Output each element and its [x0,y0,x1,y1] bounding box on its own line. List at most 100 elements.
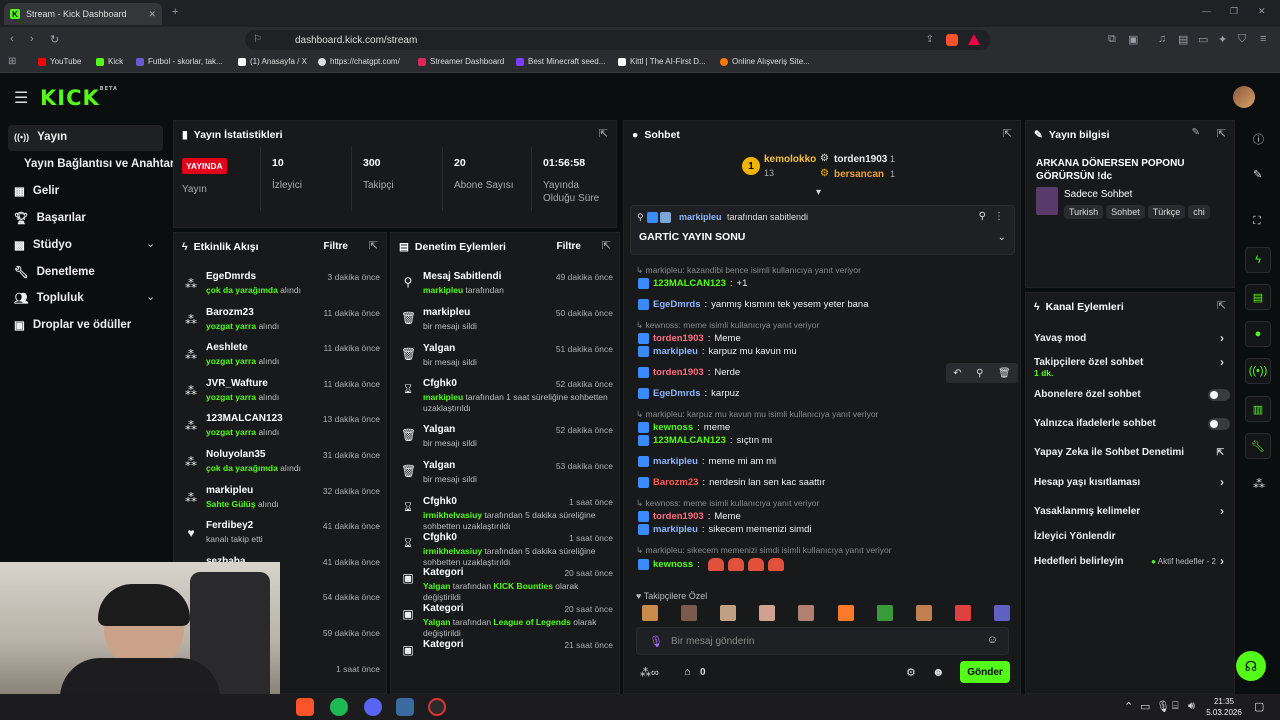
channel-action[interactable]: Hedefleri belirleyin ● Aktif hedefler - 2… [1034,554,1230,568]
back-icon[interactable]: ‹ [10,33,14,45]
tag[interactable]: Sohbet [1106,205,1145,219]
kick-logo[interactable]: KICKBETA [40,86,118,110]
brave-shield-icon[interactable] [946,34,958,46]
emote-icon[interactable] [642,605,658,621]
chat-message[interactable]: markipleu: meme mi am mi [638,456,1008,467]
rewards-icon[interactable] [968,34,980,45]
chat-message[interactable]: 123MALCAN123: sıçtın mı [638,435,1008,446]
leo-icon[interactable]: ✦ [1218,33,1227,46]
quick-action-layout[interactable]: ▥ [1245,396,1271,422]
sidebar-icon[interactable]: ▤ [1178,33,1188,46]
activity-user[interactable]: JVR_Wafture [206,378,268,389]
nav-item-basarilar[interactable]: 🏆︎ Başarılar [14,211,86,225]
chat-message[interactable]: EgeDmrds: yanmış kısmını tek yesem yeter … [638,299,1008,310]
app-taskbar-icon[interactable] [396,698,414,716]
tray-chevron-icon[interactable]: ⌃ [1124,700,1133,713]
discord-taskbar-icon[interactable] [364,698,382,716]
bookmark-minecraft[interactable]: Best Minecraft seed... [516,57,605,66]
edit-icon[interactable]: ✎ [1192,127,1200,138]
chat-message[interactable]: torden1903: Meme [638,511,1008,522]
chat-username[interactable]: EgeDmrds [653,299,701,310]
chevron-right-icon[interactable]: › [1220,504,1224,518]
maximize-icon[interactable]: ❐ [1230,6,1238,17]
volume-icon[interactable]: 🔊︎ [1188,700,1195,713]
channel-action[interactable]: Yasaklanmış kelimeler › [1034,504,1230,518]
chat-username[interactable]: markipleu [653,456,698,467]
info-icon[interactable]: ⓘ [1253,131,1264,147]
pinned-message[interactable]: ⚲ markipleu tarafından sabitlendi GARTİC… [630,205,1015,255]
activity-user[interactable]: Noluyolan35 [206,449,265,460]
url-field[interactable]: ⚐ dashboard.kick.com/stream ⇪ [245,30,990,50]
popout-icon[interactable]: ⇱ [1217,127,1226,140]
unpin-icon[interactable]: ⚲ [979,211,986,222]
bookmark-kick[interactable]: Kick [96,57,123,66]
forward-icon[interactable]: › [30,33,34,45]
activity-user[interactable]: EgeDmrds [206,271,256,282]
channel-action[interactable]: Yapay Zeka ile Sohbet Denetimi ⇱ [1034,447,1230,458]
obs-taskbar-icon[interactable] [428,698,446,716]
clock[interactable]: 21:35 5.03.2026 [1206,696,1242,718]
emote-icon[interactable] [954,605,971,621]
chat-username[interactable]: kewnoss [653,422,693,433]
media-icon[interactable]: ♫ [1158,33,1166,45]
hamburger-menu-icon[interactable]: ☰ [14,88,28,108]
quick-action-notes[interactable]: ▤ [1245,284,1271,310]
chat-username[interactable]: torden1903 [653,511,704,522]
tag[interactable]: Turkish [1064,205,1104,219]
emote-picker-icon[interactable]: ☻ [932,665,945,679]
chat-username[interactable]: 123MALCAN123 [653,278,726,289]
quick-action-chat[interactable]: ● [1245,321,1271,347]
spotify-taskbar-icon[interactable] [330,698,348,716]
pin-icon[interactable]: ⚲ [976,368,983,379]
category-name[interactable]: Sadece Sohbet [1064,189,1132,200]
moderation-filter-button[interactable]: Filtre [557,241,581,252]
delete-icon[interactable]: 🗑︎ [998,368,1011,379]
toggle-switch[interactable] [1208,389,1230,401]
brave-taskbar-icon[interactable] [296,698,314,716]
emote-icon[interactable] [876,605,893,621]
apps-grid-icon[interactable]: ⊞ [8,56,16,67]
popout-icon[interactable]: ⇱ [1217,299,1226,312]
popout-icon[interactable]: ⇱ [602,239,611,252]
shop-icon[interactable]: ⌂ [684,666,691,678]
chat-message[interactable]: markipleu: karpuz mu kavun mu [638,346,1008,357]
emote-icon[interactable] [798,605,815,621]
emote-icon[interactable] [759,605,776,621]
activity-user[interactable]: Aeshlete [206,342,248,353]
points-icon[interactable]: ⁂∞ [640,666,659,679]
collapse-icon[interactable]: ▾ [816,187,821,198]
more-icon[interactable]: ⋮ [994,211,1004,222]
support-button[interactable]: ☊ [1236,651,1266,681]
emote-icon[interactable] [837,605,854,621]
chat-message[interactable]: markipleu: sikecem memenizi simdi [638,524,1008,535]
chevron-down-icon[interactable]: ⌄ [998,232,1006,243]
nav-item-droplar[interactable]: ▣ Droplar ve ödüller [14,318,131,332]
fullscreen-icon[interactable]: ⛶ [1253,215,1261,228]
chevron-down-icon[interactable]: ⌄ [146,290,155,303]
activity-user[interactable]: markipleu [206,485,253,496]
tag[interactable]: chi [1188,205,1210,219]
quick-action-lightning[interactable]: ϟ [1245,247,1271,273]
browser-tab[interactable]: K Stream - Kick Dashboard ✕ [4,3,162,25]
chevron-right-icon[interactable]: › [1220,331,1224,345]
close-window-icon[interactable]: ✕ [1258,6,1266,17]
nav-item-studyo[interactable]: ▩ Stüdyo [14,238,72,252]
chat-message[interactable]: EgeDmrds: karpuz [638,388,1008,399]
nav-item-gelir[interactable]: ▦ Gelir [14,184,59,198]
chat-message[interactable]: kewnoss: [638,558,1008,571]
tray-icon[interactable]: ▭ [1140,700,1150,713]
chat-input[interactable]: 🎙︎ Bir mesaj gönderin ☺ [636,627,1009,655]
chat-username[interactable]: markipleu [653,524,698,535]
chat-message[interactable]: kewnoss: meme [638,422,1008,433]
notifications-icon[interactable]: ▢ [1254,700,1264,713]
close-tab-icon[interactable]: ✕ [148,9,156,20]
nav-item-topluluk[interactable]: 👥︎ Topluluk [14,291,84,305]
emoji-icon[interactable]: ☺ [987,634,998,646]
bookmark-shopping[interactable]: Online Alışveriş Site... [720,57,810,66]
activity-user[interactable]: Barozm23 [206,307,254,318]
emote-icon[interactable] [993,605,1010,621]
quick-action-tools[interactable]: 🔧︎ [1245,433,1271,459]
reload-icon[interactable]: ↻ [50,33,59,46]
channel-action[interactable]: İzleyici Yönlendir [1034,531,1230,542]
activity-user[interactable]: Ferdibey2 [206,520,253,531]
